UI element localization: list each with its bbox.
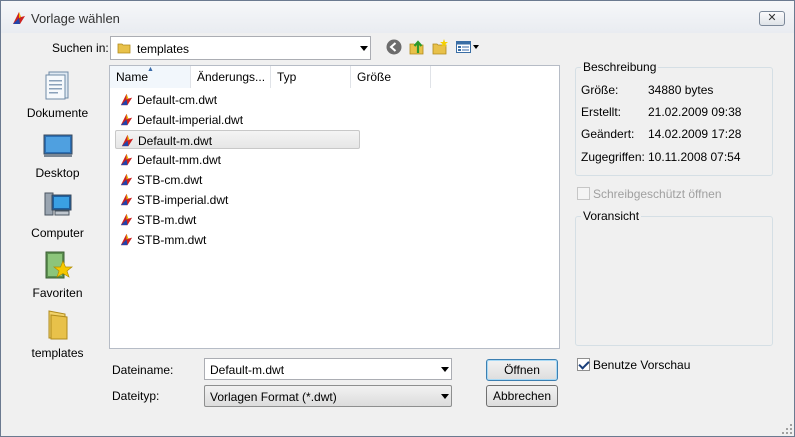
dwt-file-icon bbox=[120, 233, 133, 246]
file-row[interactable]: Default-imperial.dwt bbox=[115, 110, 360, 129]
dwt-file-icon bbox=[120, 213, 133, 226]
place-label: Favoriten bbox=[32, 286, 83, 300]
filename-label: Dateiname: bbox=[112, 363, 174, 377]
preview-title: Voransicht bbox=[581, 209, 642, 223]
description-title: Beschreibung bbox=[581, 60, 659, 74]
dwt-file-icon bbox=[121, 134, 134, 147]
file-row[interactable]: STB-m.dwt bbox=[115, 210, 360, 229]
app-icon bbox=[13, 12, 25, 24]
file-name: Default-m.dwt bbox=[138, 134, 213, 148]
chevron-down-icon bbox=[441, 367, 449, 372]
lookin-value: templates bbox=[137, 42, 190, 56]
new-folder-icon[interactable] bbox=[431, 38, 449, 56]
file-name: STB-imperial.dwt bbox=[137, 193, 229, 207]
dwt-file-icon bbox=[120, 93, 133, 106]
places-bar: Dokumente Desktop Computer Favoriten tem… bbox=[10, 65, 105, 365]
place-documents[interactable]: Dokumente bbox=[10, 65, 105, 125]
lookin-dropdown[interactable]: templates bbox=[110, 36, 371, 60]
file-name: Default-imperial.dwt bbox=[137, 113, 244, 127]
column-header-modified[interactable]: Änderungs... bbox=[191, 66, 271, 88]
place-label: Dokumente bbox=[26, 106, 89, 120]
readonly-checkbox[interactable] bbox=[577, 187, 590, 200]
use-preview-checkbox[interactable] bbox=[577, 358, 590, 371]
readonly-label: Schreibgeschützt öffnen bbox=[593, 187, 722, 201]
dwt-file-icon bbox=[120, 193, 133, 206]
preview-group bbox=[575, 216, 773, 346]
dwt-file-icon bbox=[120, 173, 133, 186]
cancel-button[interactable]: Abbrechen bbox=[486, 385, 558, 407]
accessed-value: 10.11.2008 07:54 bbox=[648, 150, 741, 164]
place-favorites[interactable]: Favoriten bbox=[10, 245, 105, 305]
place-desktop[interactable]: Desktop bbox=[10, 125, 105, 185]
dwt-file-icon bbox=[120, 113, 133, 126]
folder-icon bbox=[48, 310, 68, 340]
file-row[interactable]: Default-mm.dwt bbox=[115, 150, 360, 169]
file-row[interactable]: STB-imperial.dwt bbox=[115, 190, 360, 209]
created-label: Erstellt: bbox=[581, 105, 622, 119]
file-row[interactable]: STB-mm.dwt bbox=[115, 230, 360, 249]
size-label: Größe: bbox=[581, 83, 619, 97]
file-name: STB-mm.dwt bbox=[137, 233, 207, 247]
chevron-down-icon bbox=[360, 46, 368, 51]
place-label: Computer bbox=[31, 226, 84, 240]
up-folder-icon[interactable] bbox=[408, 38, 426, 56]
close-button[interactable]: ✕ bbox=[759, 11, 785, 26]
favorites-icon bbox=[45, 251, 73, 279]
filetype-select[interactable]: Vorlagen Format (*.dwt) bbox=[204, 385, 452, 407]
column-header-type[interactable]: Typ bbox=[271, 66, 351, 88]
documents-icon bbox=[45, 71, 69, 100]
dwt-file-icon bbox=[120, 153, 133, 166]
filetype-value: Vorlagen Format (*.dwt) bbox=[210, 390, 337, 404]
column-header-size[interactable]: Größe bbox=[351, 66, 431, 88]
title-bar: Vorlage wählen ✕ bbox=[1, 1, 794, 33]
file-row[interactable]: Default-m.dwt bbox=[115, 130, 360, 149]
size-value: 34880 bytes bbox=[648, 83, 714, 97]
chevron-down-icon bbox=[441, 394, 449, 399]
file-row[interactable]: Default-cm.dwt bbox=[115, 90, 360, 109]
place-label: Desktop bbox=[35, 166, 80, 180]
file-name: STB-cm.dwt bbox=[137, 173, 203, 187]
views-menu-icon[interactable] bbox=[455, 38, 481, 56]
resize-grip-icon[interactable] bbox=[781, 423, 793, 435]
use-preview-label: Benutze Vorschau bbox=[593, 358, 691, 372]
file-row[interactable]: STB-cm.dwt bbox=[115, 170, 360, 189]
column-header-name[interactable]: ▲ Name bbox=[110, 66, 191, 88]
file-name: Default-mm.dwt bbox=[137, 153, 222, 167]
modified-value: 14.02.2009 17:28 bbox=[648, 127, 742, 141]
place-label: templates bbox=[31, 346, 84, 360]
accessed-label: Zugegriffen: bbox=[581, 150, 645, 164]
place-templates[interactable]: templates bbox=[10, 305, 105, 365]
created-value: 21.02.2009 09:38 bbox=[648, 105, 742, 119]
file-name: Default-cm.dwt bbox=[137, 93, 218, 107]
file-list[interactable]: ▲ Name Änderungs... Typ Größe Default-cm… bbox=[109, 65, 560, 349]
back-icon[interactable] bbox=[385, 38, 403, 56]
open-button[interactable]: Öffnen bbox=[486, 359, 558, 381]
folder-icon bbox=[117, 43, 131, 54]
desktop-icon bbox=[43, 134, 73, 157]
file-name: STB-m.dwt bbox=[137, 213, 197, 227]
place-computer[interactable]: Computer bbox=[10, 185, 105, 245]
filename-input[interactable]: Default-m.dwt bbox=[204, 358, 452, 380]
filetype-label: Dateityp: bbox=[112, 389, 160, 403]
filename-value: Default-m.dwt bbox=[210, 363, 285, 377]
lookin-label: Suchen in: bbox=[52, 41, 109, 55]
window-title: Vorlage wählen bbox=[31, 11, 120, 26]
modified-label: Geändert: bbox=[581, 127, 635, 141]
computer-icon bbox=[44, 192, 72, 216]
open-template-dialog: Vorlage wählen ✕ Suchen in: templates Do… bbox=[0, 0, 795, 437]
sort-up-icon: ▲ bbox=[147, 66, 154, 73]
